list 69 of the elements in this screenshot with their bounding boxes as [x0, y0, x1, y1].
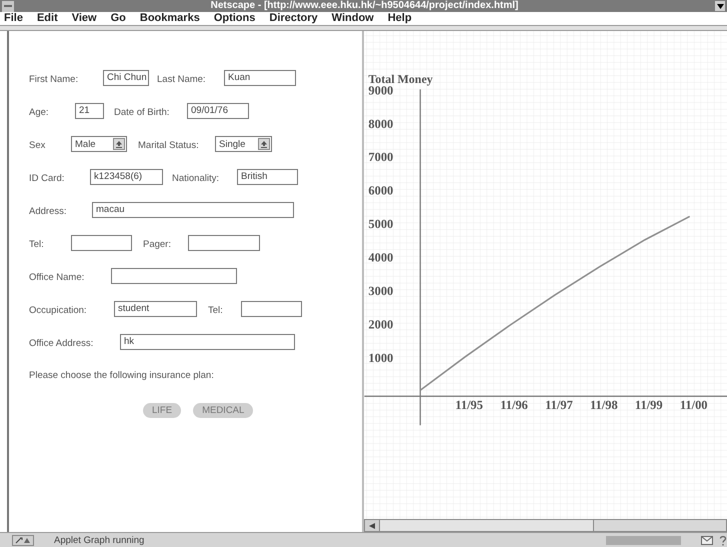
input-field[interactable]: 09/01/76 [187, 103, 249, 119]
field-label: Marital Status: [138, 140, 199, 151]
input-field[interactable]: Chi Chun [103, 70, 149, 86]
x-tick-label: 11/95 [455, 398, 484, 412]
y-tick-label: 4000 [368, 250, 394, 265]
input-field[interactable]: British [237, 169, 298, 185]
x-tick-label: 11/98 [590, 398, 618, 412]
y-tick-label: 7000 [368, 150, 394, 164]
menu-item[interactable]: Directory [269, 12, 318, 25]
y-tick-label: 9000 [368, 83, 394, 98]
dropdown[interactable]: Single [215, 136, 272, 152]
input-field[interactable]: 21 [75, 103, 104, 119]
input-field[interactable]: student [114, 301, 197, 317]
menu-item[interactable]: File [4, 12, 23, 25]
field-label: Last Name: [157, 74, 206, 85]
field-label: Date of Birth: [114, 107, 170, 118]
dropdown-arrow-icon [113, 138, 125, 150]
input-field[interactable]: macau [92, 202, 294, 218]
instruction-text: Please choose the following insurance plan: [29, 370, 215, 381]
field-label: ID Card: [29, 173, 64, 184]
dropdown[interactable]: Male [71, 136, 127, 152]
field-label: Occupication: [29, 305, 87, 316]
y-tick-label: 3000 [368, 284, 394, 298]
status-text: Applet Graph running [54, 534, 146, 546]
input-field[interactable] [111, 268, 237, 284]
minimize-button[interactable] [715, 1, 725, 11]
menu-item[interactable]: Window [332, 12, 374, 25]
x-tick-label: 11/00 [680, 398, 708, 412]
y-tick-label: 5000 [368, 217, 394, 232]
input-field[interactable]: Kuan [224, 70, 296, 86]
field-label: Age: [29, 107, 49, 118]
input-field[interactable]: k123458(6) [90, 169, 163, 185]
input-field[interactable]: hk [120, 334, 295, 350]
field-label: Sex [29, 140, 46, 151]
menu-item[interactable]: Edit [36, 12, 58, 25]
field-label: Office Name: [29, 272, 84, 283]
menu-item[interactable]: Options [214, 12, 256, 25]
menu-item[interactable]: Help [388, 12, 412, 25]
scroll-left-button[interactable] [365, 520, 380, 531]
field-label: Nationality: [172, 173, 219, 184]
scroll-thumb[interactable] [593, 520, 726, 531]
x-tick-label: 11/97 [545, 398, 573, 412]
left-arrow-icon [369, 522, 375, 528]
input-field[interactable] [188, 235, 260, 251]
mail-icon [701, 536, 713, 544]
menu-item[interactable]: View [72, 12, 97, 25]
window-title: Netscape - [http://www.eee.hku.hk/~h9504644/project/index.html] [210, 0, 520, 12]
dropdown-arrow-icon [258, 138, 270, 150]
x-tick-label: 11/99 [634, 398, 663, 412]
horizontal-scrollbar[interactable] [364, 519, 727, 532]
menu-item[interactable]: Bookmarks [140, 12, 200, 25]
y-tick-label: 6000 [368, 184, 394, 198]
menu-item[interactable]: Go [110, 12, 126, 25]
y-tick-label: 2000 [368, 317, 394, 332]
x-tick-label: 11/96 [500, 398, 528, 412]
field-label: Tel: [208, 305, 223, 316]
field-label: Pager: [143, 239, 171, 250]
field-label: Address: [29, 206, 66, 217]
input-field[interactable] [241, 301, 302, 317]
question-mark-icon [719, 534, 727, 546]
field-label: First Name: [29, 74, 78, 85]
y-tick-label: 8000 [368, 116, 394, 131]
down-arrow-icon [716, 4, 724, 8]
field-label: Office Address: [29, 338, 94, 349]
system-menu-button[interactable] [2, 0, 14, 12]
chart-title: Total Money [368, 72, 433, 86]
field-label: Tel: [29, 239, 44, 250]
input-field[interactable] [71, 235, 132, 251]
y-tick-label: 1000 [368, 350, 394, 365]
